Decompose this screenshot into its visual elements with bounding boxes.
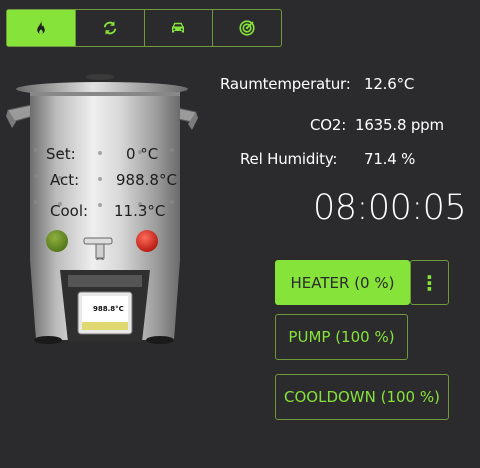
heater-button[interactable]: HEATER (0 %): [275, 260, 410, 305]
refresh-icon: [103, 21, 116, 35]
co2-value: 1635.8 ppm: [355, 116, 444, 134]
actual-label: Act:: [50, 171, 80, 189]
tab-vehicle[interactable]: [145, 10, 214, 46]
tab-cycle[interactable]: [76, 10, 145, 46]
humidity-value: 71.4 %: [364, 150, 416, 168]
setpoint-label: Set:: [46, 145, 76, 163]
tab-monitor[interactable]: [213, 10, 281, 46]
co2-label: CO2:: [310, 116, 347, 134]
tab-heat[interactable]: [7, 10, 76, 46]
car-icon: [172, 22, 185, 33]
actual-value: 988.8°C: [116, 171, 177, 189]
radar-icon: [239, 20, 255, 36]
right-indicator-lamp: [136, 230, 158, 252]
heater-menu-button[interactable]: ⋮: [410, 260, 449, 305]
clock: 08:00:05: [313, 188, 467, 228]
left-indicator-lamp: [46, 230, 68, 252]
cooldown-button[interactable]: COOLDOWN (100 %): [275, 374, 449, 420]
cool-value: 11.3°C: [114, 202, 166, 220]
controller-display: 988.8°C: [93, 305, 124, 313]
pump-button[interactable]: PUMP (100 %): [275, 314, 408, 360]
room-temp-value: 12.6°C: [364, 75, 415, 93]
more-vertical-icon: ⋮: [419, 270, 440, 295]
room-temp-label: Raumtemperatur:: [220, 75, 351, 93]
tab-bar: [6, 9, 282, 47]
brew-kettle-image: [6, 74, 198, 344]
cool-label: Cool:: [50, 202, 89, 220]
humidity-label: Rel Humidity:: [240, 150, 338, 168]
setpoint-value: 0 °C: [126, 145, 159, 163]
flame-icon: [37, 20, 45, 34]
